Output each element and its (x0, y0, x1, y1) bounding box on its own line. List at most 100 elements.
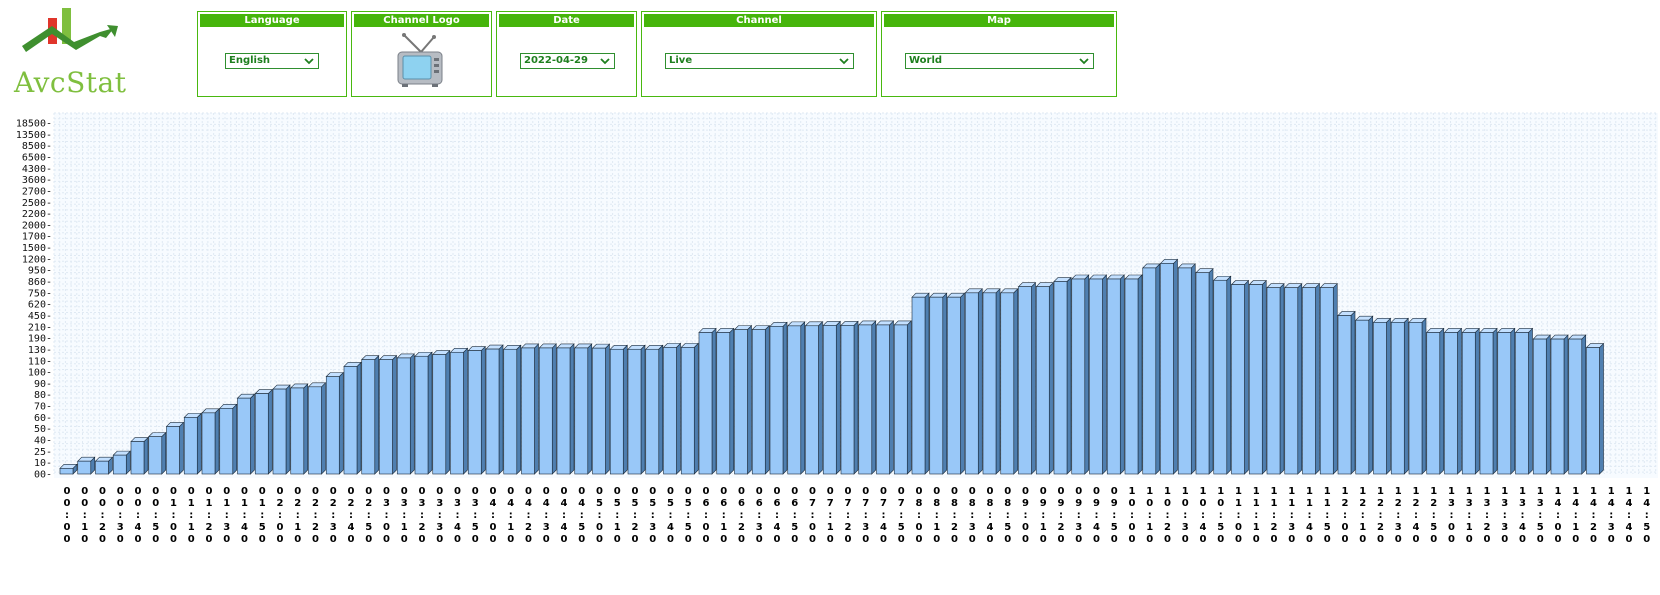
x-tick-label: 1 (1501, 486, 1508, 497)
bar (627, 348, 642, 475)
x-tick-label: 2 (1271, 522, 1278, 533)
x-tick-label: : (757, 510, 761, 521)
x-tick-label: 0 (596, 486, 603, 497)
date-select[interactable]: 2022-04-29 (520, 53, 615, 69)
x-tick-label: : (101, 510, 105, 521)
x-tick-label: 0 (1022, 486, 1029, 497)
x-tick-label: : (1396, 510, 1400, 521)
x-tick-label: 2 (312, 498, 319, 509)
bar-side (622, 344, 628, 475)
x-tick-label: 5 (596, 498, 603, 509)
x-tick-label: 0 (667, 486, 674, 497)
bar-side (161, 431, 167, 475)
x-tick-label: : (1361, 510, 1365, 521)
bar (308, 386, 322, 475)
bar (822, 325, 837, 475)
channel-panel-title: Channel (644, 14, 874, 27)
x-tick-label: 0 (738, 486, 745, 497)
bar-side (853, 320, 859, 475)
x-tick-label: 0 (1058, 534, 1065, 545)
bar-side (1599, 342, 1604, 475)
x-tick-label: 4 (1200, 522, 1207, 533)
x-tick-label: 0 (898, 486, 905, 497)
x-tick-label: 0 (561, 534, 568, 545)
bar (1532, 338, 1547, 475)
x-tick-label: 0 (1146, 534, 1153, 545)
x-tick-label: 1 (1359, 486, 1366, 497)
x-tick-label: 2 (845, 522, 852, 533)
x-tick-label: : (704, 510, 708, 521)
x-tick-label: 0 (1395, 534, 1402, 545)
x-tick-label: 2 (99, 522, 106, 533)
viewership-bar-chart: 18500-13500-8500-6500-4300-3600-2700-250… (16, 112, 1658, 545)
x-tick-label: 0 (614, 486, 621, 497)
x-tick-label: 0 (1200, 498, 1207, 509)
x-tick-label: 4 (667, 522, 674, 533)
map-select[interactable]: World (905, 53, 1094, 69)
x-tick-label: 1 (1608, 486, 1615, 497)
bar-side (551, 343, 557, 475)
x-tick-label: 0 (578, 486, 585, 497)
bar (1266, 287, 1281, 475)
bar (858, 324, 873, 475)
x-tick-label: 3 (1395, 522, 1402, 533)
bar-side (1386, 317, 1391, 475)
x-tick-label: 4 (578, 498, 585, 509)
x-tick-label: 0 (454, 486, 461, 497)
x-tick-label: 0 (1004, 534, 1011, 545)
x-tick-label: 0 (490, 534, 497, 545)
x-tick-label: 0 (987, 486, 994, 497)
x-tick-label: 0 (525, 486, 532, 497)
channel-logo-panel: Channel Logo (351, 11, 492, 97)
bar (1248, 284, 1263, 475)
x-tick-label: 3 (117, 522, 124, 533)
x-tick-label: : (278, 510, 282, 521)
x-tick-label: 6 (756, 498, 763, 509)
x-tick-label: 1 (720, 522, 727, 533)
x-tick-label: : (1538, 510, 1542, 521)
x-tick-label: 5 (1004, 522, 1011, 533)
channel-select[interactable]: Live (665, 53, 854, 69)
x-tick-label: 0 (862, 486, 869, 497)
x-tick-label: 4 (525, 498, 532, 509)
x-tick-label: : (331, 510, 335, 521)
x-tick-label: : (1041, 510, 1045, 521)
x-tick-label: 1 (827, 522, 834, 533)
x-tick-label: 0 (419, 486, 426, 497)
x-tick-label: : (473, 510, 477, 521)
x-tick-label: 1 (170, 498, 177, 509)
x-tick-label: : (385, 510, 389, 521)
x-tick-label: 0 (1288, 534, 1295, 545)
bar-side (977, 288, 983, 475)
x-tick-label: : (225, 510, 229, 521)
x-tick-label: 4 (241, 522, 248, 533)
y-tick-label: 2700- (22, 186, 52, 197)
bar (1461, 332, 1476, 475)
x-tick-label: 0 (720, 534, 727, 545)
x-tick-label: : (1485, 510, 1489, 521)
bar-side (587, 343, 593, 475)
y-tick-label: 2500- (22, 198, 52, 209)
chevron-down-icon (600, 58, 610, 65)
bar-side (374, 354, 380, 475)
y-tick-label: 1200- (22, 254, 52, 265)
chevron-down-icon (1079, 58, 1089, 65)
x-tick-label: 1 (1359, 522, 1366, 533)
bar (1337, 315, 1352, 475)
bar (1195, 272, 1210, 475)
x-tick-label: 4 (1306, 522, 1313, 533)
x-tick-label: 4 (1555, 498, 1562, 509)
x-tick-label: : (65, 510, 69, 521)
x-tick-label: 7 (845, 498, 852, 509)
x-tick-label: 8 (933, 498, 940, 509)
bar (1390, 322, 1405, 475)
x-tick-label: 4 (1608, 498, 1615, 509)
bar-side (1261, 279, 1267, 475)
x-tick-label: 0 (1146, 498, 1153, 509)
x-tick-label: 0 (259, 534, 266, 545)
language-select[interactable]: English (225, 53, 319, 69)
x-tick-label: 0 (1271, 534, 1278, 545)
avcstat-logo[interactable]: AvcStat (14, 6, 134, 99)
x-tick-label: 2 (1377, 498, 1384, 509)
date-panel-title: Date (499, 14, 634, 27)
